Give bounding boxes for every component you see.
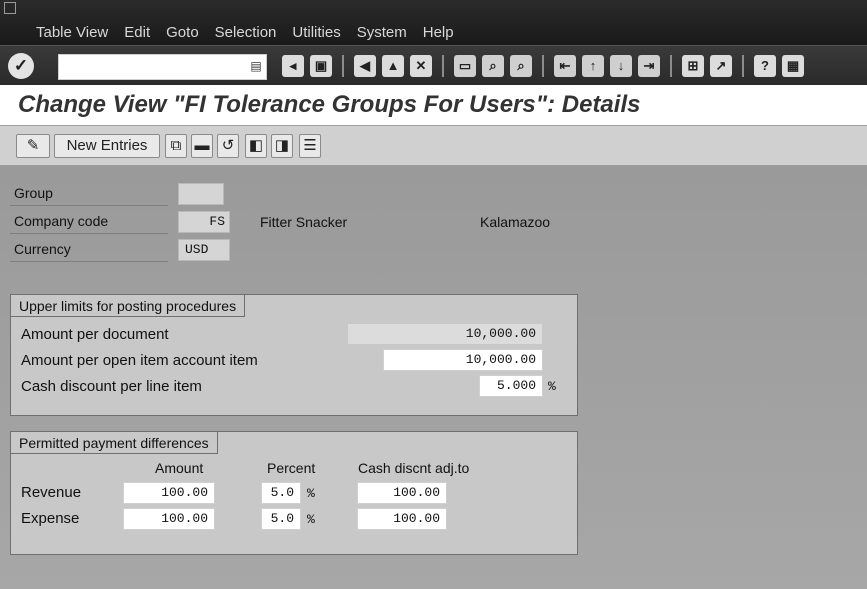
menu-help[interactable]: Help	[423, 24, 454, 41]
amount-per-document-field[interactable]: 10,000.00	[347, 323, 543, 345]
delete-icon[interactable]: ▬	[191, 134, 213, 158]
group-field[interactable]	[178, 183, 224, 205]
find-icon[interactable]: ⌕	[482, 55, 504, 77]
group-label-row: Group	[10, 183, 168, 206]
shortcut-icon[interactable]: ↗	[710, 55, 732, 77]
menu-selection[interactable]: Selection	[215, 24, 277, 41]
revenue-label: Revenue	[21, 484, 82, 501]
standard-toolbar: ✓ ▤ ◂ ▣ ◀ ▲ ✕ ▭ ⌕ ⌕ ⇤ ↑ ↓ ⇥ ⊞ ↗ ? ▦	[0, 45, 867, 86]
exit-icon[interactable]: ▲	[382, 55, 404, 77]
group-label: Group	[14, 185, 53, 201]
expense-cash-field[interactable]: 100.00	[357, 508, 447, 530]
command-history-icon[interactable]: ▤	[250, 58, 262, 74]
command-input[interactable]	[59, 55, 237, 77]
select-all-icon[interactable]: ☰	[299, 134, 321, 158]
expense-percent-field[interactable]: 5.0	[261, 508, 301, 530]
expense-amount-field[interactable]: 100.00	[123, 508, 215, 530]
revenue-percent-unit: %	[307, 486, 315, 501]
column-percent: Percent	[267, 460, 316, 476]
find-next-icon[interactable]: ⌕	[510, 55, 532, 77]
print-icon[interactable]: ▭	[454, 55, 476, 77]
company-code-label-row: Company code	[10, 211, 168, 234]
toolbar-separator	[670, 55, 672, 77]
menu-bar: Table View Edit Goto Selection Utilities…	[0, 0, 867, 45]
menu-system[interactable]: System	[357, 24, 407, 41]
revenue-amount-field[interactable]: 100.00	[123, 482, 215, 504]
column-amount: Amount	[155, 460, 204, 476]
sap-window: Table View Edit Goto Selection Utilities…	[0, 0, 867, 589]
currency-label-row: Currency	[10, 239, 168, 262]
upper-limits-group: Upper limits for posting procedures Amou…	[10, 294, 578, 416]
back-icon[interactable]: ◀	[354, 55, 376, 77]
cancel-icon[interactable]: ✕	[410, 55, 432, 77]
menu-edit[interactable]: Edit	[124, 24, 150, 41]
amount-per-document-label: Amount per document	[21, 326, 169, 343]
company-city: Kalamazoo	[480, 214, 551, 230]
cash-discount-unit: %	[548, 379, 556, 394]
enter-checkmark-icon[interactable]: ✓	[8, 53, 34, 79]
previous-entry-icon[interactable]: ◧	[245, 134, 267, 158]
new-entries-button[interactable]: New Entries	[54, 134, 160, 158]
display-change-icon[interactable]: ✎	[16, 134, 50, 158]
amount-per-open-item-field[interactable]: 10,000.00	[383, 349, 543, 371]
next-entry-icon[interactable]: ◨	[271, 134, 293, 158]
payment-differences-group: Permitted payment differences Amount Per…	[10, 431, 578, 555]
toolbar-separator	[742, 55, 744, 77]
last-page-icon[interactable]: ⇥	[638, 55, 660, 77]
first-page-icon[interactable]: ⇤	[554, 55, 576, 77]
amount-per-open-item-label: Amount per open item account item	[21, 352, 258, 369]
page-title: Change View "FI Tolerance Groups For Use…	[18, 91, 641, 118]
company-name: Fitter Snacker	[260, 214, 348, 230]
next-page-icon[interactable]: ↓	[610, 55, 632, 77]
company-code-label: Company code	[14, 213, 109, 229]
layout-menu-icon[interactable]: ▦	[782, 55, 804, 77]
copy-as-icon[interactable]: ⧉	[165, 134, 187, 158]
menu-goto[interactable]: Goto	[166, 24, 199, 41]
column-cash-discount: Cash discnt adj.to	[358, 460, 470, 476]
payment-differences-title: Permitted payment differences	[11, 432, 218, 454]
system-menu-icon[interactable]	[4, 2, 16, 14]
menu-utilities[interactable]: Utilities	[292, 24, 340, 41]
cash-discount-field[interactable]: 5.000	[479, 375, 543, 397]
currency-field[interactable]: USD	[178, 239, 230, 261]
previous-page-icon[interactable]: ↑	[582, 55, 604, 77]
command-field[interactable]: ▤	[58, 54, 267, 80]
undo-change-icon[interactable]: ↺	[217, 134, 239, 158]
title-bar: Change View "FI Tolerance Groups For Use…	[0, 85, 867, 125]
revenue-percent-field[interactable]: 5.0	[261, 482, 301, 504]
create-session-icon[interactable]: ⊞	[682, 55, 704, 77]
toolbar-separator	[342, 55, 344, 77]
company-code-field[interactable]: FS	[178, 211, 230, 233]
work-area: Group Company code FS Fitter Snacker Kal…	[0, 165, 867, 589]
menu-table-view[interactable]: Table View	[36, 24, 108, 41]
cash-discount-label: Cash discount per line item	[21, 378, 202, 395]
currency-label: Currency	[14, 241, 71, 257]
expense-label: Expense	[21, 510, 80, 527]
help-icon[interactable]: ?	[754, 55, 776, 77]
toolbar-separator	[542, 55, 544, 77]
save-icon[interactable]: ▣	[310, 55, 332, 77]
toolbar-separator	[442, 55, 444, 77]
revenue-cash-field[interactable]: 100.00	[357, 482, 447, 504]
collapse-left-icon[interactable]: ◂	[282, 55, 304, 77]
expense-percent-unit: %	[307, 512, 315, 527]
application-toolbar: ✎ New Entries ⧉ ▬ ↺ ◧ ◨ ☰	[0, 125, 867, 167]
upper-limits-title: Upper limits for posting procedures	[11, 295, 246, 317]
